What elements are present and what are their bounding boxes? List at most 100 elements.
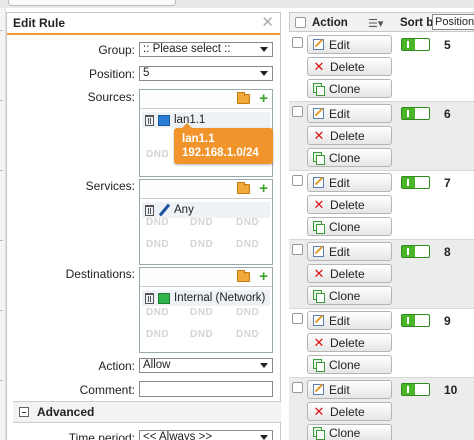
group-label: Group: xyxy=(98,43,135,57)
clone-button-label: Clone xyxy=(329,81,361,96)
sort-by-select[interactable]: Position xyxy=(432,14,474,30)
close-icon[interactable]: ✕ xyxy=(261,15,274,30)
clone-button-label: Clone xyxy=(329,219,361,234)
position-select[interactable]: 5 xyxy=(139,66,273,81)
plus-icon[interactable]: + xyxy=(259,91,268,106)
trash-icon[interactable] xyxy=(145,292,154,304)
edit-button[interactable]: Edit xyxy=(307,35,392,54)
collapse-icon[interactable] xyxy=(19,407,29,417)
toggle-on-icon xyxy=(402,315,415,326)
destinations-box[interactable]: + DND DND DND DND DND DND Internal (Netw… xyxy=(139,267,273,353)
rule-status-toggle[interactable] xyxy=(401,314,430,327)
select-all-checkbox[interactable] xyxy=(295,17,306,28)
edit-button[interactable]: Edit xyxy=(307,380,392,399)
dnd-watermark: DND xyxy=(236,307,260,318)
clone-icon xyxy=(313,427,325,440)
time-period-select[interactable]: << Always >> xyxy=(139,430,273,440)
plus-icon[interactable]: + xyxy=(259,269,268,284)
position-label: Position: xyxy=(88,67,135,81)
clone-button[interactable]: Clone xyxy=(307,79,392,98)
folder-icon[interactable] xyxy=(237,182,250,194)
edit-button[interactable]: Edit xyxy=(307,311,392,330)
sources-toolbar: + xyxy=(140,90,272,109)
advanced-section-header[interactable]: Advanced xyxy=(13,401,281,423)
rule-checkbox[interactable] xyxy=(292,382,303,393)
sources-item[interactable]: lan1.1 xyxy=(142,112,270,128)
services-drop-area[interactable]: DND DND DND DND DND DND Any xyxy=(140,199,272,264)
services-item[interactable]: Any xyxy=(142,202,270,218)
rule-status-toggle[interactable] xyxy=(401,383,430,396)
rule-checkbox[interactable] xyxy=(292,244,303,255)
chevron-down-icon xyxy=(260,363,268,368)
destinations-item[interactable]: Internal (Network) xyxy=(142,290,270,306)
rule-row: Edit ✕ Delete Clone 5 xyxy=(289,33,474,102)
dnd-watermark: DND xyxy=(236,217,260,228)
rule-status-toggle[interactable] xyxy=(401,38,430,51)
clone-icon xyxy=(313,359,325,372)
destinations-item-label: Internal (Network) xyxy=(174,292,266,304)
edit-button[interactable]: Edit xyxy=(307,104,392,123)
clone-button[interactable]: Clone xyxy=(307,286,392,305)
rule-row: Edit ✕ Delete Clone 8 xyxy=(289,240,474,309)
clone-button[interactable]: Clone xyxy=(307,355,392,374)
rule-row: Edit ✕ Delete Clone 7 xyxy=(289,171,474,240)
group-select-value: :: Please select :: xyxy=(143,43,231,55)
comment-input[interactable] xyxy=(139,381,273,397)
rule-checkbox[interactable] xyxy=(292,37,303,48)
edit-button[interactable]: Edit xyxy=(307,242,392,261)
edit-icon xyxy=(313,315,324,326)
time-period-select-value: << Always >> xyxy=(143,431,213,440)
dnd-watermark: DND xyxy=(190,329,214,340)
clone-button[interactable]: Clone xyxy=(307,424,392,440)
edit-rule-panel: Edit Rule ✕ Group: :: Please select :: P… xyxy=(6,12,281,440)
delete-button[interactable]: ✕ Delete xyxy=(307,402,392,421)
chevron-down-icon xyxy=(260,71,268,76)
trash-icon[interactable] xyxy=(145,114,154,126)
rule-checkbox[interactable] xyxy=(292,313,303,324)
destinations-drop-area[interactable]: DND DND DND DND DND DND Internal (Networ… xyxy=(140,287,272,352)
delete-button[interactable]: ✕ Delete xyxy=(307,333,392,352)
edit-button-label: Edit xyxy=(329,313,350,328)
rule-status-toggle[interactable] xyxy=(401,107,430,120)
dnd-watermark: DND xyxy=(146,217,170,228)
folder-icon[interactable] xyxy=(237,270,250,282)
clone-button[interactable]: Clone xyxy=(307,217,392,236)
folder-icon[interactable] xyxy=(237,92,250,104)
toggle-on-icon xyxy=(402,177,415,188)
services-box[interactable]: + DND DND DND DND DND DND Any xyxy=(139,179,273,265)
rule-position: 7 xyxy=(444,176,451,190)
destinations-toolbar: + xyxy=(140,268,272,287)
edit-button-label: Edit xyxy=(329,37,350,52)
delete-button-label: Delete xyxy=(330,128,365,143)
edge-tick xyxy=(0,380,3,381)
services-item-label: Any xyxy=(174,204,194,216)
group-select[interactable]: :: Please select :: xyxy=(139,42,273,57)
clone-icon xyxy=(313,83,325,96)
delete-button[interactable]: ✕ Delete xyxy=(307,264,392,283)
action-select[interactable]: Allow xyxy=(139,358,273,373)
plus-icon[interactable]: + xyxy=(259,181,268,196)
dnd-watermark: DND xyxy=(236,239,260,250)
delete-button[interactable]: ✕ Delete xyxy=(307,126,392,145)
list-sort-icon[interactable]: ☰▾ xyxy=(368,17,383,30)
dnd-watermark: DND xyxy=(190,307,214,318)
top-toolbar-button[interactable] xyxy=(8,0,176,6)
rule-status-toggle[interactable] xyxy=(401,176,430,189)
services-label: Services: xyxy=(85,179,135,193)
sources-label: Sources: xyxy=(87,90,135,104)
edit-button[interactable]: Edit xyxy=(307,173,392,192)
edit-button-label: Edit xyxy=(329,244,350,259)
toggle-on-icon xyxy=(402,39,415,50)
rule-checkbox[interactable] xyxy=(292,106,303,117)
rule-position: 10 xyxy=(444,383,458,397)
delete-icon: ✕ xyxy=(313,334,325,350)
rule-status-toggle[interactable] xyxy=(401,245,430,258)
edge-tick xyxy=(0,240,3,241)
trash-icon[interactable] xyxy=(145,204,154,216)
delete-button[interactable]: ✕ Delete xyxy=(307,195,392,214)
delete-button[interactable]: ✕ Delete xyxy=(307,57,392,76)
clone-button[interactable]: Clone xyxy=(307,148,392,167)
dnd-watermark: DND xyxy=(236,329,260,340)
dnd-watermark: DND xyxy=(190,217,214,228)
rule-checkbox[interactable] xyxy=(292,175,303,186)
